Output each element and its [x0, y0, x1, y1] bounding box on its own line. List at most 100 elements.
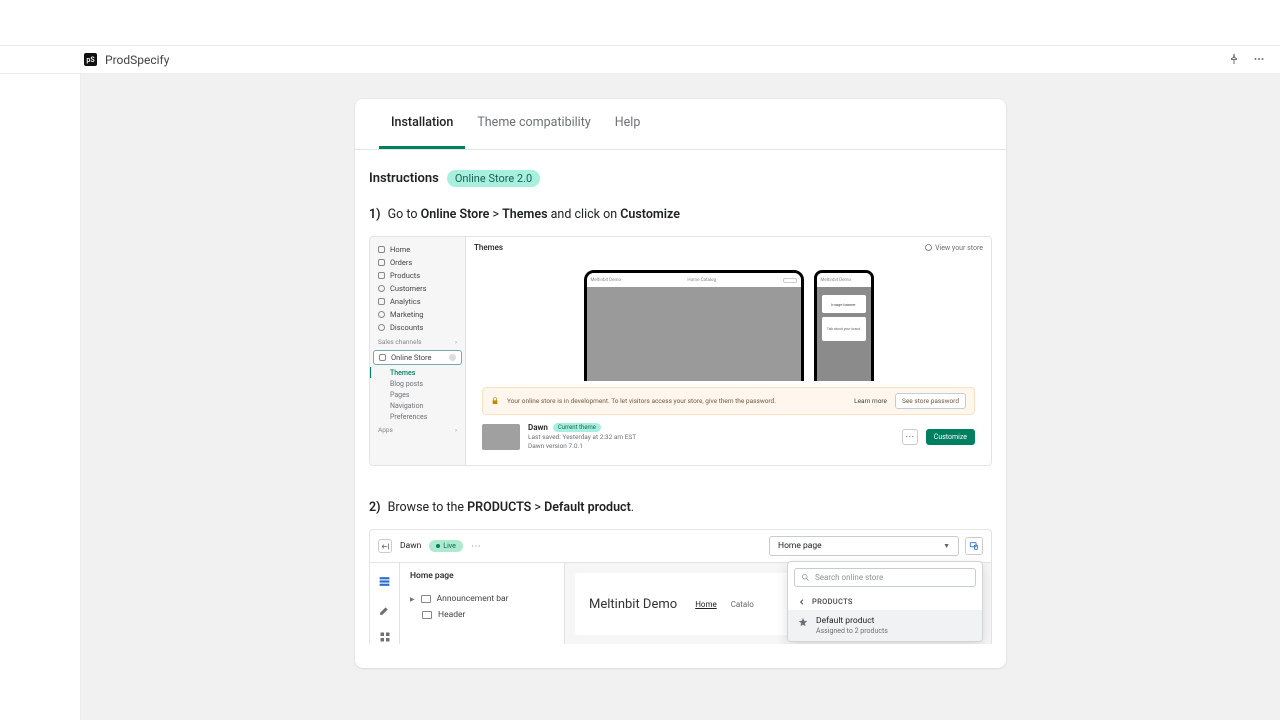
- dropdown-item-subtitle: Assigned to 2 products: [816, 627, 888, 635]
- screenshot-1: Home Orders Products Customers Analytics…: [369, 236, 992, 466]
- editor-icon-rail: [370, 563, 400, 644]
- view-store-link: View your store: [925, 244, 983, 252]
- phone-hero-sub: Talk about your brand: [822, 317, 866, 341]
- orders-icon: [378, 259, 385, 266]
- apps-icon: [377, 629, 393, 644]
- step-1-num: 1): [369, 207, 381, 222]
- nav-analytics: Analytics: [370, 295, 465, 308]
- nav-home: Home: [370, 243, 465, 256]
- editor-topbar: Dawn Live ⋯ Home page ▼: [370, 530, 991, 563]
- tab-theme-compatibility[interactable]: Theme compatibility: [465, 99, 602, 149]
- nav-sub-blog: Blog posts: [370, 378, 465, 389]
- theme-last-saved: Last saved: Yesterday at 2:32 am EST: [528, 433, 894, 441]
- tab-bar: Installation Theme compatibility Help: [355, 99, 1006, 150]
- shot1-main-head: Themes View your store: [474, 243, 983, 252]
- editor-theme-name: Dawn: [400, 541, 421, 551]
- step-2-text: 2) Browse to the PRODUCTS > Default prod…: [369, 500, 992, 515]
- home-icon: [378, 246, 385, 253]
- editor-more-icon: ⋯: [471, 541, 481, 552]
- tab-installation[interactable]: Installation: [379, 99, 465, 149]
- eye-icon: [449, 354, 456, 361]
- editor-body: Home page ▶ Announcement bar Header: [370, 563, 991, 644]
- editor-topbar-right: Home page ▼: [769, 536, 983, 556]
- section-icon: [422, 611, 432, 619]
- preview-brand: Meltinbit Demo: [589, 597, 677, 612]
- chevron-left-icon: [798, 598, 806, 606]
- device-toggle-button: [965, 537, 983, 555]
- app-header-left: pS ProdSpecify: [84, 53, 169, 67]
- dev-warning-banner: Your online store is in development. To …: [482, 387, 975, 415]
- chevron-right-icon: ›: [455, 426, 457, 434]
- template-selector: Home page ▼: [769, 536, 959, 556]
- instructions-heading: Instructions Online Store 2.0: [369, 170, 992, 187]
- nav-sales-channels-label: Sales channels›: [370, 334, 465, 348]
- nav-discounts: Discounts: [370, 321, 465, 334]
- dropdown-item-title: Default product: [816, 616, 888, 626]
- phone-hero: Image banner Talk about your brand: [817, 287, 871, 381]
- more-icon[interactable]: [1252, 50, 1266, 69]
- nav-sub-themes: Themes: [369, 367, 465, 378]
- customers-icon: [378, 285, 385, 292]
- search-icon: [783, 278, 797, 283]
- main-card: Installation Theme compatibility Help In…: [355, 99, 1006, 668]
- sections-icon: [377, 573, 393, 589]
- dropdown-item-default-product: Default product Assigned to 2 products: [788, 610, 982, 641]
- discounts-icon: [378, 324, 385, 331]
- nav-sub-pages: Pages: [370, 389, 465, 400]
- warning-text: Your online store is in development. To …: [507, 397, 846, 405]
- nav-products: Products: [370, 269, 465, 282]
- pin-icon[interactable]: [1228, 50, 1240, 69]
- marketing-icon: [378, 311, 385, 318]
- section-header: Header: [406, 607, 558, 623]
- theme-more-button: ⋯: [902, 429, 918, 445]
- customize-button: Customize: [926, 429, 975, 445]
- tab-help[interactable]: Help: [603, 99, 653, 149]
- see-password-button: See store password: [895, 393, 966, 409]
- theme-info: Dawn Current theme Last saved: Yesterday…: [528, 423, 894, 450]
- dropdown-back: PRODUCTS: [788, 593, 982, 610]
- preview-nav: Home Catalo: [695, 600, 754, 609]
- analytics-icon: [378, 298, 385, 305]
- step-1-text: 1) Go to Online Store > Themes and click…: [369, 207, 992, 222]
- laptop-hero-image: [587, 287, 801, 381]
- device-preview: Meltinbit Demo Home Catalog Meltinbit De…: [474, 270, 983, 381]
- eye-icon: [925, 244, 932, 251]
- phone-preview: Meltinbit Demo Image banner Talk about y…: [814, 270, 874, 381]
- sections-panel: Home page ▶ Announcement bar Header: [400, 563, 565, 644]
- os20-badge: Online Store 2.0: [447, 170, 540, 187]
- app-title: ProdSpecify: [105, 53, 169, 67]
- store-icon: [379, 354, 386, 361]
- current-theme-badge: Current theme: [553, 423, 601, 432]
- template-dropdown: Search online store PRODUCTS: [787, 561, 983, 642]
- homepage-label: Home page: [406, 571, 558, 581]
- dropdown-search: Search online store: [794, 568, 976, 587]
- star-icon: [798, 617, 808, 629]
- shot1-sidenav: Home Orders Products Customers Analytics…: [370, 237, 466, 465]
- products-icon: [378, 272, 385, 279]
- back-button: [378, 539, 392, 553]
- live-badge: Live: [429, 540, 463, 552]
- screenshot-2: Dawn Live ⋯ Home page ▼: [369, 529, 992, 644]
- theme-row: Dawn Current theme Last saved: Yesterday…: [474, 415, 983, 450]
- learn-more-link: Learn more: [854, 397, 887, 405]
- app-header-right: [1228, 50, 1266, 69]
- phone-hero-title: Image banner: [822, 295, 866, 313]
- nav-apps-label: Apps›: [370, 422, 465, 436]
- instructions-title: Instructions: [369, 171, 439, 186]
- nav-orders: Orders: [370, 256, 465, 269]
- theme-settings-icon: [377, 601, 393, 617]
- phone-header: Meltinbit Demo: [817, 273, 871, 287]
- search-icon: [801, 573, 810, 582]
- laptop-preview: Meltinbit Demo Home Catalog: [584, 270, 804, 381]
- nav-sub-preferences: Preferences: [370, 411, 465, 422]
- theme-name: Dawn: [528, 423, 548, 432]
- laptop-header: Meltinbit Demo Home Catalog: [587, 273, 801, 287]
- theme-thumbnail: [482, 424, 520, 450]
- chevron-right-icon: ›: [455, 338, 457, 346]
- themes-title: Themes: [474, 243, 503, 252]
- step-2-num: 2): [369, 500, 381, 515]
- nav-customers: Customers: [370, 282, 465, 295]
- section-announcement-bar: ▶ Announcement bar: [406, 591, 558, 607]
- shot1-main: Themes View your store Meltinbit Demo Ho…: [466, 237, 991, 465]
- editor-preview: Meltinbit Demo Home Catalo Search online…: [565, 563, 991, 644]
